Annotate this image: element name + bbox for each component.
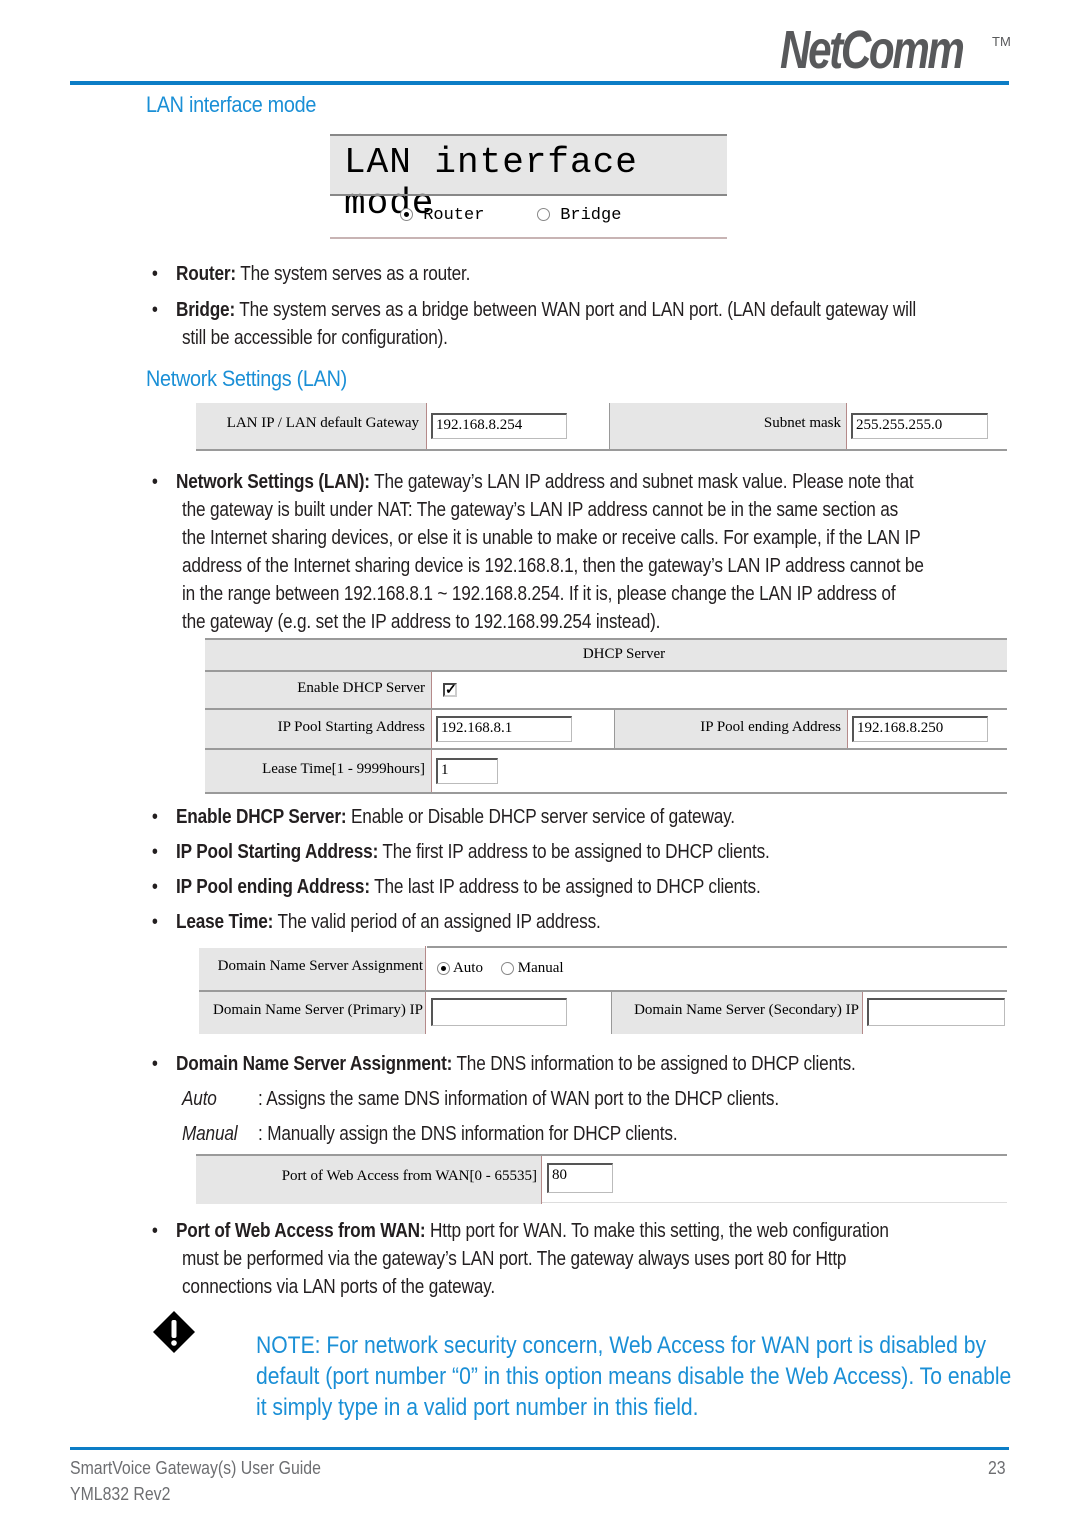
dns-assignment-label: Domain Name Server Assignment (217, 958, 423, 974)
subnet-mask-label: Subnet mask (763, 415, 841, 431)
term-web-port: Port of Web Access from WAN: (176, 1220, 426, 1242)
dhcp-server-panel: DHCP Server Enable DHCP Server ✓ IP Pool… (205, 638, 1007, 794)
text-network-settings-3: address of the Internet sharing device i… (182, 555, 924, 577)
note-line-0: NOTE: For network security concern, Web … (256, 1332, 987, 1359)
text-pool-start: The first IP address to be assigned to D… (378, 841, 770, 863)
footer-rule (70, 1447, 1009, 1450)
bullet-bridge: Bridge: The system serves as a bridge be… (152, 296, 917, 324)
enable-dhcp-label: Enable DHCP Server (297, 680, 425, 696)
text-auto: : Assigns the same DNS information of WA… (258, 1088, 779, 1110)
dns-panel: Domain Name Server Assignment Auto Manua… (199, 946, 1007, 1034)
warning-icon (152, 1310, 196, 1354)
dns-primary-label: Domain Name Server (Primary) IP (213, 1002, 423, 1018)
section-heading-lan-mode: LAN interface mode (146, 92, 317, 117)
text-router: The system serves as a router. (235, 263, 471, 285)
text-manual: : Manually assign the DNS information fo… (258, 1123, 678, 1145)
pool-end-label: IP Pool ending Address (700, 719, 841, 735)
dns-secondary-label: Domain Name Server (Secondary) IP (634, 1002, 859, 1018)
header-rule (70, 81, 1009, 85)
note-line-2: it simply type in a valid port number in… (256, 1394, 699, 1421)
lease-time-input[interactable]: 1 (436, 758, 498, 784)
term-manual: Manual (182, 1123, 238, 1145)
text-network-settings-4: in the range between 192.168.8.1 ~ 192.1… (182, 583, 896, 605)
radio-bridge[interactable]: Bridge (537, 206, 621, 225)
term-dns-assignment: Domain Name Server Assignment: (176, 1053, 453, 1075)
footer-guide-title: SmartVoice Gateway(s) User Guide (70, 1458, 321, 1478)
section-heading-network-settings: Network Settings (LAN) (146, 366, 347, 391)
radio-manual-icon[interactable] (501, 962, 514, 976)
network-settings-panel: LAN IP / LAN default Gateway 192.168.8.2… (196, 403, 1007, 451)
text-bridge: The system serves as a bridge between WA… (235, 299, 917, 321)
text-enable-dhcp: Enable or Disable DHCP server service of… (346, 806, 735, 828)
bullet-web-port: Port of Web Access from WAN: Http port f… (152, 1217, 889, 1245)
pool-end-input[interactable]: 192.168.8.250 (852, 716, 988, 742)
bullet-pool-end: IP Pool ending Address: The last IP addr… (152, 873, 761, 901)
radio-auto-icon[interactable] (437, 962, 450, 976)
bullet-lease-time: Lease Time: The valid period of an assig… (152, 908, 601, 936)
text-network-settings-2: the Internet sharing devices, or else it… (182, 527, 921, 549)
term-enable-dhcp: Enable DHCP Server: (176, 806, 347, 828)
term-lease-time: Lease Time: (176, 911, 274, 933)
enable-dhcp-checkbox[interactable]: ✓ (443, 683, 457, 698)
lan-ip-input[interactable]: 192.168.8.254 (431, 413, 567, 439)
text-web-port-1: must be performed via the gateway’s LAN … (182, 1248, 847, 1270)
bullet-dns-assignment: Domain Name Server Assignment: The DNS i… (152, 1050, 856, 1078)
footer-revision: YML832 Rev2 (70, 1484, 171, 1504)
term-bridge: Bridge: (176, 299, 236, 321)
radio-manual-label: Manual (517, 960, 564, 976)
text-network-settings-1: the gateway is built under NAT: The gate… (182, 499, 899, 521)
radio-router[interactable]: Router (400, 206, 484, 225)
term-auto: Auto (182, 1088, 217, 1110)
term-network-settings: Network Settings (LAN): (176, 471, 370, 493)
text-network-settings-0: The gateway’s LAN IP address and subnet … (369, 471, 914, 493)
netcomm-logo: NetComm (780, 20, 965, 80)
text-lease-time: The valid period of an assigned IP addre… (273, 911, 601, 933)
text-dns-assignment: The DNS information to be assigned to DH… (452, 1053, 856, 1075)
lease-time-label: Lease Time[1 - 9999hours] (262, 761, 425, 777)
text-network-settings-5: the gateway (e.g. set the IP address to … (182, 611, 661, 633)
trademark: TM (992, 34, 1011, 49)
note-line-1: default (port number “0” in this option … (256, 1363, 1012, 1390)
web-port-panel: Port of Web Access from WAN[0 - 65535] 8… (196, 1154, 1007, 1204)
lan-mode-panel: LAN interface mode Router Bridge (330, 134, 727, 240)
text-web-port-2: connections via LAN ports of the gateway… (182, 1276, 495, 1298)
dns-secondary-input[interactable] (867, 998, 1005, 1026)
radio-auto-label: Auto (452, 960, 483, 976)
radio-bridge-label: Bridge (560, 206, 622, 225)
bullet-pool-start: IP Pool Starting Address: The first IP a… (152, 838, 770, 866)
text-bridge-cont: still be accessible for configuration). (182, 327, 448, 349)
term-pool-end: IP Pool ending Address: (176, 876, 370, 898)
pool-start-label: IP Pool Starting Address (277, 719, 425, 735)
web-port-input[interactable]: 80 (547, 1163, 613, 1193)
dns-primary-input[interactable] (431, 998, 567, 1026)
text-pool-end: The last IP address to be assigned to DH… (369, 876, 761, 898)
radio-manual[interactable]: Manual (501, 960, 564, 977)
radio-auto[interactable]: Auto (437, 960, 483, 977)
radio-router-label: Router (423, 206, 485, 225)
bullet-enable-dhcp: Enable DHCP Server: Enable or Disable DH… (152, 803, 735, 831)
web-port-label: Port of Web Access from WAN[0 - 65535] (281, 1168, 537, 1184)
lan-ip-label: LAN IP / LAN default Gateway (226, 415, 419, 431)
bullet-network-settings: Network Settings (LAN): The gateway’s LA… (152, 468, 914, 496)
bullet-router: Router: The system serves as a router. (152, 260, 471, 288)
radio-bridge-icon[interactable] (537, 208, 550, 222)
footer-page-number: 23 (988, 1458, 1006, 1478)
text-web-port-0: Http port for WAN. To make this setting,… (425, 1220, 889, 1242)
term-router: Router: (176, 263, 236, 285)
term-pool-start: IP Pool Starting Address: (176, 841, 379, 863)
radio-router-icon[interactable] (400, 208, 413, 222)
pool-start-input[interactable]: 192.168.8.1 (436, 716, 572, 742)
dhcp-title: DHCP Server (582, 646, 666, 662)
subnet-mask-input[interactable]: 255.255.255.0 (851, 413, 988, 439)
